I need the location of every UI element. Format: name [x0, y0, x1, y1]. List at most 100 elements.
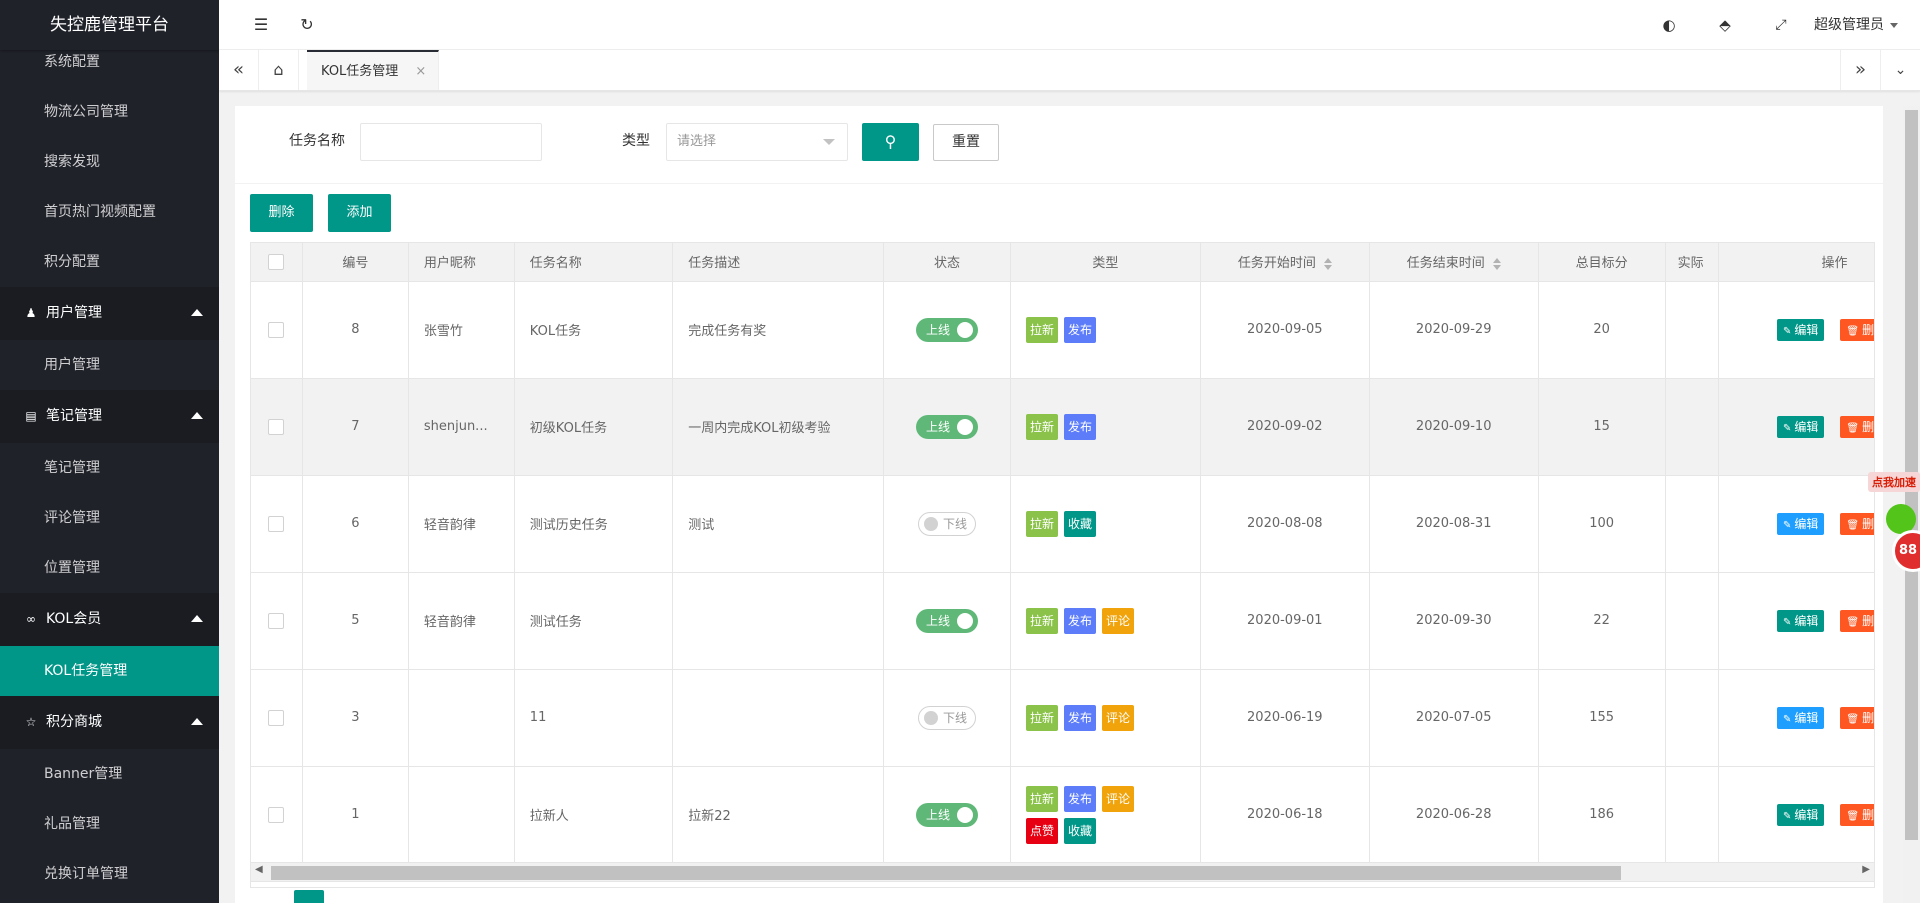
- status-switch[interactable]: 下线: [918, 705, 977, 730]
- row-checkbox[interactable]: [251, 766, 303, 864]
- add-button[interactable]: 添加: [328, 194, 391, 232]
- refresh-icon[interactable]: ↻: [297, 15, 317, 35]
- col-header-end-label: 任务结束时间: [1406, 256, 1485, 272]
- speed-badge[interactable]: 88: [1892, 530, 1920, 572]
- pencil-icon: ✎: [1782, 422, 1792, 434]
- user-menu[interactable]: 超级管理员: [1814, 0, 1898, 50]
- trash-icon: 🗑: [1846, 810, 1860, 822]
- type-tag: 点赞: [1026, 817, 1059, 844]
- trash-icon: 🗑: [1846, 616, 1860, 628]
- horizontal-scroll-thumb[interactable]: [271, 866, 1621, 880]
- search-icon: ⚲: [884, 132, 897, 151]
- data-table: 编号 用户昵称 任务名称 任务描述 状态 类型 任务开始时间 任务结束时间 总目…: [250, 242, 1875, 888]
- status-switch[interactable]: 下线: [918, 511, 977, 536]
- task-name-label: 任务名称: [289, 133, 345, 149]
- cell-actions: ✎编辑🗑删除: [1718, 475, 1874, 573]
- sidebar-item-16[interactable]: 兑换订单管理: [0, 849, 219, 899]
- row-checkbox[interactable]: [251, 669, 303, 767]
- pagination-current-page[interactable]: [294, 890, 324, 903]
- sidebar-item-10[interactable]: 位置管理: [0, 543, 219, 593]
- sidebar-item-4[interactable]: 积分配置: [0, 237, 219, 287]
- horizontal-scrollbar[interactable]: ◀ ▶: [250, 862, 1875, 882]
- delete-row-button[interactable]: 🗑删除: [1840, 415, 1874, 438]
- row-checkbox[interactable]: [251, 475, 303, 573]
- trash-icon: 🗑: [1846, 713, 1860, 725]
- row-checkbox[interactable]: [251, 378, 303, 476]
- cell-start: 2020-09-05: [1200, 281, 1370, 379]
- cell-target: 155: [1538, 669, 1666, 767]
- search-button[interactable]: ⚲: [862, 123, 919, 161]
- chevron-down-icon[interactable]: ⌄: [1880, 50, 1920, 90]
- cell-type: 拉新 收藏: [1010, 475, 1201, 573]
- sidebar-item-9[interactable]: 评论管理: [0, 493, 219, 543]
- sort-icon[interactable]: [1492, 257, 1501, 270]
- cell-desc: 拉新22: [672, 766, 885, 864]
- sidebar-group-11[interactable]: ∞ KOL会员: [0, 593, 219, 646]
- speed-up-ribbon[interactable]: 点我加速: [1868, 472, 1920, 492]
- delete-button[interactable]: 删除: [250, 194, 313, 232]
- menu-toggle-icon[interactable]: ☰: [251, 15, 271, 35]
- delete-label: 删除: [1862, 613, 1875, 628]
- cell-status: 下线: [883, 669, 1011, 767]
- sidebar-item-8[interactable]: 笔记管理: [0, 443, 219, 493]
- tabs-scroll-left-icon[interactable]: «: [219, 50, 259, 90]
- row-checkbox[interactable]: [251, 572, 303, 670]
- sidebar-item-3[interactable]: 首页热门视频配置: [0, 187, 219, 237]
- star-icon: ☆: [25, 715, 37, 729]
- sidebar-item-2[interactable]: 搜索发现: [0, 137, 219, 187]
- status-switch[interactable]: 上线: [916, 802, 979, 827]
- col-header-start[interactable]: 任务开始时间: [1200, 243, 1370, 282]
- edit-button[interactable]: ✎ 编辑: [1776, 706, 1825, 729]
- cell-id: 6: [302, 475, 409, 573]
- sidebar-item-6[interactable]: 用户管理: [0, 340, 219, 390]
- sidebar-group-label: KOL会员: [46, 611, 102, 627]
- tab-kol-task[interactable]: KOL任务管理 ×: [307, 50, 440, 92]
- cell-start: 2020-06-19: [1200, 669, 1370, 767]
- tabs-scroll-right-icon[interactable]: »: [1840, 50, 1880, 90]
- edit-button[interactable]: ✎ 编辑: [1776, 415, 1825, 438]
- status-switch[interactable]: 上线: [916, 317, 979, 342]
- task-name-input[interactable]: [360, 123, 542, 161]
- sort-icon[interactable]: [1323, 257, 1332, 270]
- reset-button[interactable]: 重置: [933, 124, 999, 161]
- sidebar-group-5[interactable]: ♟ 用户管理: [0, 287, 219, 340]
- sidebar-item-14[interactable]: Banner管理: [0, 749, 219, 799]
- tag-icon[interactable]: ⬘: [1715, 15, 1735, 35]
- user-icon: ♟: [25, 306, 37, 320]
- cell-user: 轻音韵律: [408, 572, 515, 670]
- delete-row-button[interactable]: 🗑删除: [1840, 318, 1874, 341]
- home-icon[interactable]: ⌂: [259, 50, 299, 90]
- delete-row-button[interactable]: 🗑删除: [1840, 706, 1874, 729]
- type-select[interactable]: 请选择: [666, 123, 848, 161]
- type-tag: 拉新: [1026, 510, 1059, 537]
- row-checkbox[interactable]: [251, 281, 303, 379]
- sidebar-group-7[interactable]: ▤ 笔记管理: [0, 390, 219, 443]
- fullscreen-icon[interactable]: ⤢: [1771, 15, 1791, 35]
- cell-id: 1: [302, 766, 409, 864]
- delete-row-button[interactable]: 🗑删除: [1840, 803, 1874, 826]
- edit-button[interactable]: ✎ 编辑: [1776, 803, 1825, 826]
- scroll-left-arrow-icon[interactable]: ◀: [255, 864, 263, 875]
- edit-button[interactable]: ✎ 编辑: [1776, 512, 1825, 535]
- edit-button[interactable]: ✎ 编辑: [1776, 609, 1825, 632]
- close-icon[interactable]: ×: [415, 52, 426, 92]
- link-icon: ∞: [26, 612, 36, 626]
- status-switch[interactable]: 上线: [916, 414, 979, 439]
- theme-icon[interactable]: ◐: [1659, 15, 1679, 35]
- delete-row-button[interactable]: 🗑删除: [1840, 609, 1875, 632]
- speed-up-widget[interactable]: 点我加速 88: [1860, 460, 1920, 580]
- col-header-end[interactable]: 任务结束时间: [1369, 243, 1539, 282]
- sidebar-group-13[interactable]: ☆ 积分商城: [0, 696, 219, 749]
- cell-start: 2020-08-08: [1200, 475, 1370, 573]
- sidebar-item-15[interactable]: 礼品管理: [0, 799, 219, 849]
- select-all-checkbox[interactable]: [251, 243, 303, 282]
- cell-actual: [1665, 572, 1720, 670]
- edit-button[interactable]: ✎ 编辑: [1776, 318, 1825, 341]
- sidebar-item-12[interactable]: KOL任务管理: [0, 646, 219, 696]
- scroll-right-arrow-icon[interactable]: ▶: [1862, 864, 1870, 875]
- sidebar-item-1[interactable]: 物流公司管理: [0, 87, 219, 137]
- type-tag: 发布: [1064, 607, 1097, 634]
- col-header-target: 总目标分: [1538, 243, 1666, 282]
- sidebar-group-label: 用户管理: [46, 305, 102, 321]
- status-switch[interactable]: 上线: [916, 608, 979, 633]
